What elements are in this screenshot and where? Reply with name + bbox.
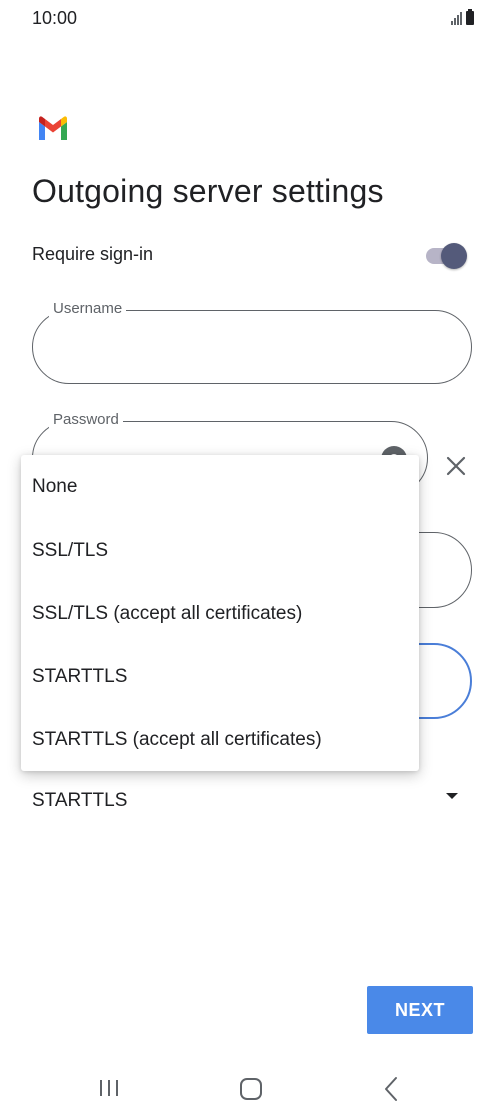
username-label: Username <box>49 300 127 317</box>
security-type-menu: None SSL/TLS SSL/TLS (accept all certifi… <box>21 455 419 771</box>
clear-icon[interactable] <box>444 454 468 478</box>
dropdown-arrow-icon[interactable] <box>445 792 459 800</box>
menu-item-ssl-tls-accept-all[interactable]: SSL/TLS (accept all certificates) <box>21 582 419 645</box>
status-time: 10:00 <box>32 8 78 28</box>
require-signin-label: Require sign-in <box>32 244 154 264</box>
gmail-logo <box>39 116 67 140</box>
toggle-thumb <box>441 243 467 269</box>
next-button[interactable]: NEXT <box>367 986 473 1034</box>
battery-icon <box>466 9 474 25</box>
status-icons <box>451 9 474 25</box>
recents-icon[interactable] <box>98 1078 120 1098</box>
page-title: Outgoing server settings <box>32 173 384 209</box>
password-label: Password <box>49 411 123 428</box>
navigation-bar <box>0 1066 504 1114</box>
screen: 10:00 Outgoing server settings Require s… <box>0 0 504 1120</box>
menu-item-ssl-tls[interactable]: SSL/TLS <box>21 519 419 582</box>
back-icon[interactable] <box>383 1076 399 1102</box>
menu-item-none[interactable]: None <box>21 455 419 519</box>
require-signin-toggle[interactable] <box>422 241 470 271</box>
menu-item-starttls[interactable]: STARTTLS <box>21 645 419 708</box>
menu-item-starttls-accept-all[interactable]: STARTTLS (accept all certificates) <box>21 708 419 771</box>
home-icon[interactable] <box>240 1078 262 1100</box>
signal-icon <box>451 12 462 25</box>
security-type-value[interactable]: STARTTLS <box>32 790 127 812</box>
username-field[interactable]: Username <box>32 300 472 384</box>
